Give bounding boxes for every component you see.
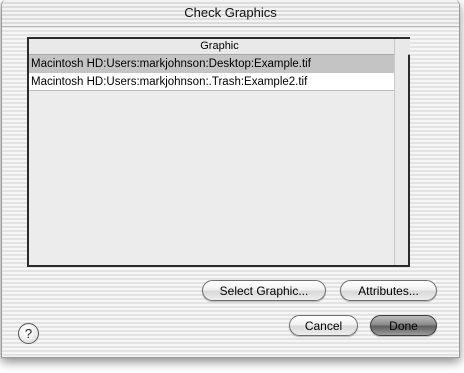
title-bar: Check Graphics [2,0,459,27]
check-graphics-dialog: Check Graphics Graphic Macintosh HD:User… [1,0,460,358]
column-header-graphic[interactable]: Graphic [29,39,410,55]
select-graphic-button[interactable]: Select Graphic... [202,280,326,301]
cancel-button[interactable]: Cancel [289,315,358,336]
done-button[interactable]: Done [370,315,437,336]
column-header-label: Graphic [200,40,239,52]
graphics-list[interactable]: Graphic Macintosh HD:Users:markjohnson:D… [27,37,410,267]
attributes-button[interactable]: Attributes... [340,280,437,301]
list-item[interactable]: Macintosh HD:Users:markjohnson:.Trash:Ex… [29,73,397,91]
help-icon[interactable]: ? [18,323,39,344]
vertical-scrollbar[interactable] [394,39,408,265]
dialog-title: Check Graphics [184,5,277,20]
list-item[interactable]: Macintosh HD:Users:markjohnson:Desktop:E… [29,55,397,73]
